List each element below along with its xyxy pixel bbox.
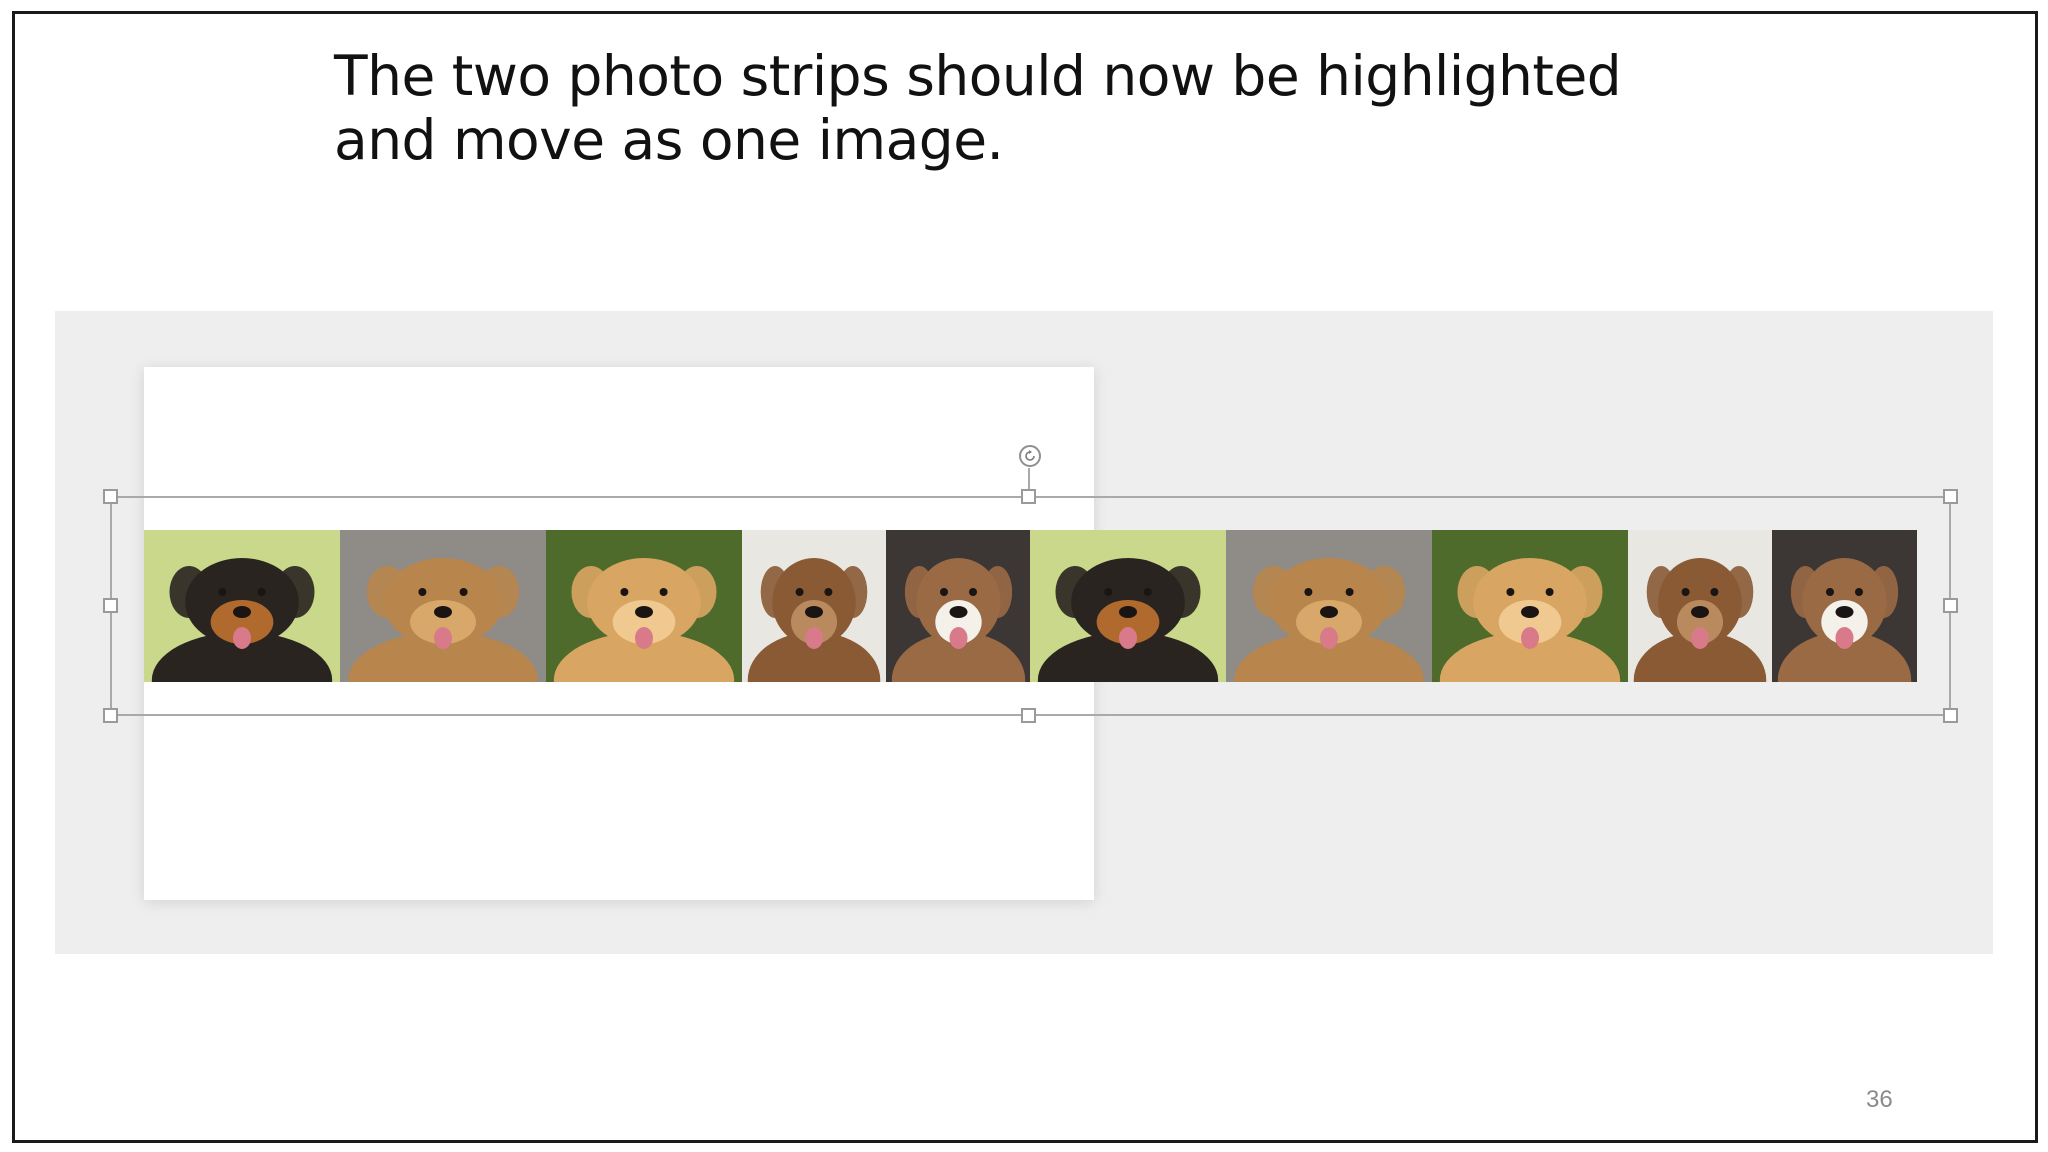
group-selection-box[interactable] [110,496,1951,716]
slide-caption: The two photo strips should now be highl… [334,44,1622,172]
slide-page-number: 36 [1866,1086,1893,1113]
rotate-handle-icon[interactable] [1019,445,1041,467]
resize-handle-bottom-right[interactable] [1943,708,1958,723]
resize-handle-bottom-center[interactable] [1021,708,1036,723]
resize-handle-bottom-left[interactable] [103,708,118,723]
resize-handle-top-right[interactable] [1943,489,1958,504]
resize-handle-middle-right[interactable] [1943,598,1958,613]
resize-handle-middle-left[interactable] [103,598,118,613]
resize-handle-top-left[interactable] [103,489,118,504]
resize-handle-top-center[interactable] [1021,489,1036,504]
